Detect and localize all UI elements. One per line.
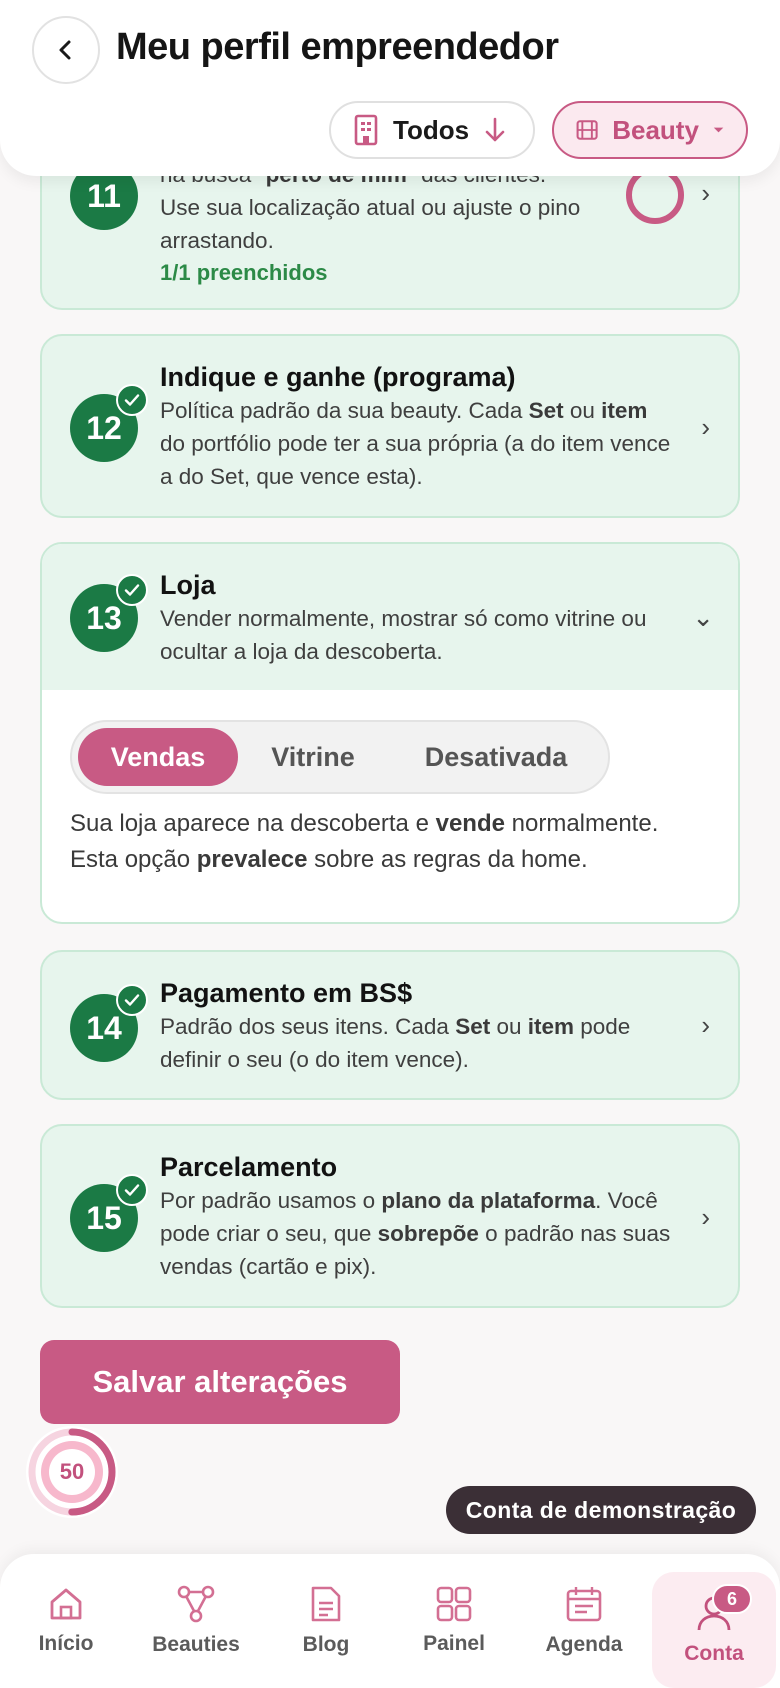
filter-todos-button[interactable]: Todos — [329, 101, 535, 159]
card-store-title: Loja — [160, 570, 216, 600]
card-location-text: na busca "perto de mim" das clientes. Us… — [160, 158, 678, 289]
document-icon — [311, 1586, 341, 1622]
card-store-header[interactable]: 13 Loja Vender normalmente, mostrar só c… — [42, 544, 738, 690]
app-header: Meu perfil empreendedor Todos Beauty — [0, 0, 780, 176]
profile-progress[interactable]: 50 — [24, 1424, 120, 1520]
nav-item-beauties[interactable]: Beauties — [134, 1554, 258, 1688]
card-payment-title: Pagamento em BS$ — [160, 978, 413, 1008]
grid-icon — [436, 1586, 472, 1622]
step-number-12: 12 — [70, 384, 148, 462]
arrow-down-icon — [485, 117, 505, 142]
option-vitrine[interactable]: Vitrine — [238, 728, 388, 786]
card-store-desc: Vender normalmente, mostrar só como vitr… — [160, 606, 647, 631]
check-icon — [116, 984, 148, 1016]
nav-item-painel[interactable]: Painel — [392, 1554, 516, 1688]
chevron-right-icon[interactable]: › — [701, 1010, 710, 1041]
card-referral[interactable]: 12 Indique e ganhe (programa) Política p… — [40, 334, 740, 518]
home-icon — [50, 1588, 82, 1620]
caret-down-icon — [713, 127, 724, 133]
card-payment-desc: Padrão dos seus itens. Cada Set ou item … — [160, 1014, 631, 1039]
nav-item-inicio[interactable]: Início — [4, 1554, 128, 1688]
filled-count: 1/1 preenchidos — [160, 260, 328, 285]
progress-value: 50 — [59, 1459, 85, 1484]
nav-item-conta[interactable]: Conta 6 — [652, 1572, 776, 1688]
option-desativada[interactable]: Desativada — [388, 728, 604, 786]
card-installments-desc: Por padrão usamos o plano da plataforma.… — [160, 1188, 658, 1213]
building-icon — [354, 114, 378, 146]
chevron-right-icon[interactable]: › — [701, 1202, 710, 1233]
chevron-down-icon[interactable]: ⌄ — [692, 602, 714, 633]
bottom-navigation: Início Beauties Blog Painel Agenda Conta… — [0, 1554, 780, 1688]
demo-account-badge: Conta de demonstração — [446, 1486, 756, 1534]
card-referral-title: Indique e ganhe (programa) — [160, 362, 516, 392]
nav-item-agenda[interactable]: Agenda — [522, 1554, 646, 1688]
card-referral-desc: Política padrão da sua beauty. Cada Set … — [160, 398, 648, 423]
nav-item-blog[interactable]: Blog — [264, 1554, 388, 1688]
film-icon — [576, 120, 598, 140]
store-mode-info: Sua loja aparece na descoberta e vende n… — [70, 810, 659, 873]
option-vendas[interactable]: Vendas — [78, 728, 238, 786]
chevron-right-icon[interactable]: › — [701, 178, 710, 209]
step-number-13: 13 — [70, 574, 148, 652]
step-number-14: 14 — [70, 984, 148, 1062]
card-installments[interactable]: 15 Parcelamento Por padrão usamos o plan… — [40, 1124, 740, 1308]
page-title: Meu perfil empreendedor — [116, 26, 559, 68]
back-button[interactable] — [32, 16, 100, 84]
card-payment[interactable]: 14 Pagamento em BS$ Padrão dos seus iten… — [40, 950, 740, 1100]
step-number-15: 15 — [70, 1174, 148, 1252]
card-location-desc: Use sua localização atual ou ajuste o pi… — [160, 195, 581, 220]
chevron-left-icon — [59, 40, 71, 60]
check-icon — [116, 384, 148, 416]
card-installments-title: Parcelamento — [160, 1152, 338, 1182]
save-button[interactable]: Salvar alterações — [40, 1340, 400, 1424]
store-mode-selector: Vendas Vitrine Desativada — [70, 720, 610, 794]
network-icon — [177, 1585, 215, 1623]
card-store: 13 Loja Vender normalmente, mostrar só c… — [40, 542, 740, 924]
chevron-right-icon[interactable]: › — [701, 412, 710, 443]
calendar-icon — [566, 1587, 602, 1622]
filter-beauty-dropdown[interactable]: Beauty — [552, 101, 748, 159]
check-icon — [116, 1174, 148, 1206]
check-icon — [116, 574, 148, 606]
notification-badge: 6 — [712, 1584, 752, 1614]
